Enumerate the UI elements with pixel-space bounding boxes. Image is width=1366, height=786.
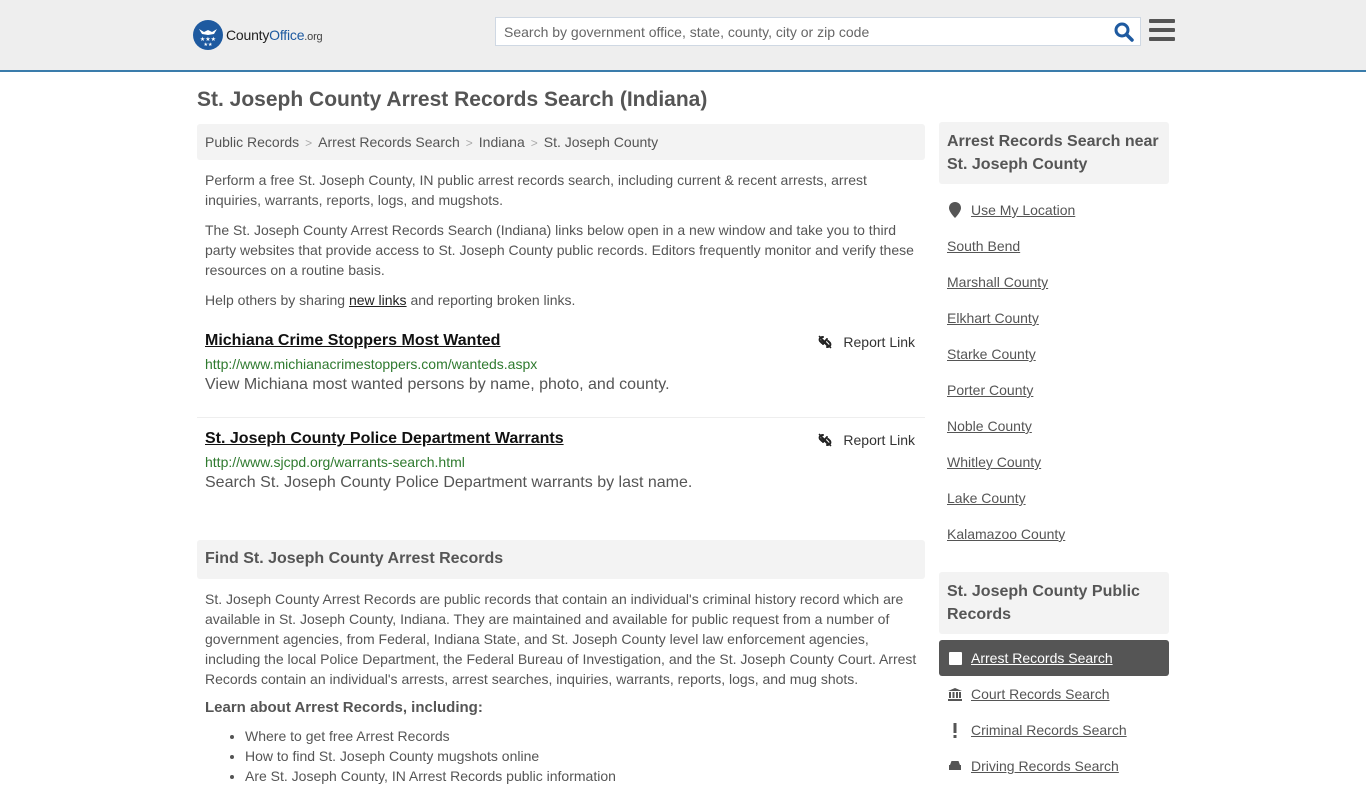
- sidebar-item-arrest-records[interactable]: Arrest Records Search: [939, 640, 1169, 676]
- report-link-button[interactable]: Report Link: [817, 334, 915, 350]
- breadcrumb: Public Records > Arrest Records Search > Ind…: [197, 124, 925, 160]
- broken-link-icon: [818, 433, 832, 447]
- resource-link-title[interactable]: Michiana Crime Stoppers Most Wanted: [205, 332, 500, 350]
- report-link-label: Report Link: [843, 334, 915, 350]
- nearby-link-starke-county[interactable]: Starke County: [939, 336, 1169, 372]
- broken-link-icon: [818, 335, 832, 349]
- resource-link-title[interactable]: St. Joseph County Police Department Warr…: [205, 430, 564, 448]
- nearby-heading: Arrest Records Search near St. Joseph Co…: [939, 122, 1169, 184]
- nearby-link-south-bend[interactable]: South Bend: [939, 228, 1169, 264]
- breadcrumb-arrest-records-search[interactable]: Arrest Records Search: [318, 134, 460, 150]
- intro-paragraph: The St. Joseph County Arrest Records Sea…: [205, 222, 914, 278]
- resource-link-description: View Michiana most wanted persons by nam…: [205, 376, 670, 393]
- exclamation-icon: [947, 722, 963, 738]
- find-section-heading: Find St. Joseph County Arrest Records: [197, 540, 925, 579]
- breadcrumb-current: St. Joseph County: [543, 134, 659, 150]
- public-records-list: Arrest Records Search Court Records Sear…: [939, 640, 1169, 784]
- breadcrumb-public-records[interactable]: Public Records: [205, 134, 299, 150]
- learn-list-item: Are St. Joseph County, IN Arrest Records…: [245, 766, 925, 786]
- site-header: ★★★ ★★ CountyOffice.org: [0, 0, 1366, 72]
- share-links-paragraph: Help others by sharing new links and rep…: [205, 292, 576, 308]
- intro-section: Perform a free St. Joseph County, IN pub…: [197, 170, 925, 310]
- resource-link-item: St. Joseph County Police Department Warr…: [197, 430, 925, 500]
- resource-link-url: http://www.michianacrimestoppers.com/wan…: [205, 356, 538, 372]
- find-section-body: St. Joseph County Arrest Records are pub…: [205, 591, 917, 687]
- svg-text:★★: ★★: [204, 42, 213, 47]
- nearby-link-kalamazoo-county[interactable]: Kalamazoo County: [939, 516, 1169, 552]
- learn-list-item: Where to get free Arrest Records: [245, 726, 925, 746]
- eagle-logo-icon: ★★★ ★★: [193, 20, 223, 50]
- site-logo[interactable]: ★★★ ★★ CountyOffice.org: [193, 20, 323, 50]
- breadcrumb-separator: >: [530, 136, 538, 150]
- nearby-list: Use My Location South Bend Marshall Coun…: [939, 192, 1169, 552]
- nearby-link-noble-county[interactable]: Noble County: [939, 408, 1169, 444]
- use-my-location-link[interactable]: Use My Location: [939, 192, 1169, 228]
- car-icon: [947, 760, 963, 772]
- nearby-link-marshall-county[interactable]: Marshall County: [939, 264, 1169, 300]
- breadcrumb-indiana[interactable]: Indiana: [479, 134, 525, 150]
- logo-text: CountyOffice.org: [226, 27, 323, 43]
- nearby-link-elkhart-county[interactable]: Elkhart County: [939, 300, 1169, 336]
- main-content: Public Records > Arrest Records Search > Ind…: [197, 124, 925, 786]
- search-box: [495, 17, 1141, 46]
- learn-list: Where to get free Arrest Records How to …: [197, 726, 925, 786]
- sidebar-item-driving-records[interactable]: Driving Records Search: [939, 748, 1169, 784]
- resource-link-item: Michiana Crime Stoppers Most Wanted http…: [197, 332, 925, 418]
- breadcrumb-separator: >: [305, 136, 313, 150]
- search-input[interactable]: [496, 18, 1096, 45]
- resource-link-url: http://www.sjcpd.org/warrants-search.htm…: [205, 454, 465, 470]
- nearby-link-whitley-county[interactable]: Whitley County: [939, 444, 1169, 480]
- sidebar: Arrest Records Search near St. Joseph Co…: [939, 122, 1169, 784]
- report-link-label: Report Link: [843, 432, 915, 448]
- learn-list-item: How to find St. Joseph County mugshots o…: [245, 746, 925, 766]
- resource-link-description: Search St. Joseph County Police Departme…: [205, 474, 693, 491]
- courthouse-icon: [947, 687, 963, 701]
- sidebar-item-court-records[interactable]: Court Records Search: [939, 676, 1169, 712]
- public-records-heading: St. Joseph County Public Records: [939, 572, 1169, 634]
- nearby-link-lake-county[interactable]: Lake County: [939, 480, 1169, 516]
- nearby-link-porter-county[interactable]: Porter County: [939, 372, 1169, 408]
- square-icon: [947, 651, 963, 665]
- hamburger-menu-icon[interactable]: [1149, 19, 1175, 41]
- map-marker-icon: [947, 202, 963, 218]
- page-title: St. Joseph County Arrest Records Search …: [197, 88, 708, 111]
- breadcrumb-separator: >: [465, 136, 473, 150]
- learn-heading: Learn about Arrest Records, including:: [205, 699, 483, 716]
- search-icon[interactable]: [1114, 22, 1134, 42]
- report-link-button[interactable]: Report Link: [817, 432, 915, 448]
- new-links-link[interactable]: new links: [349, 292, 407, 308]
- sidebar-item-criminal-records[interactable]: Criminal Records Search: [939, 712, 1169, 748]
- intro-paragraph: Perform a free St. Joseph County, IN pub…: [205, 172, 867, 208]
